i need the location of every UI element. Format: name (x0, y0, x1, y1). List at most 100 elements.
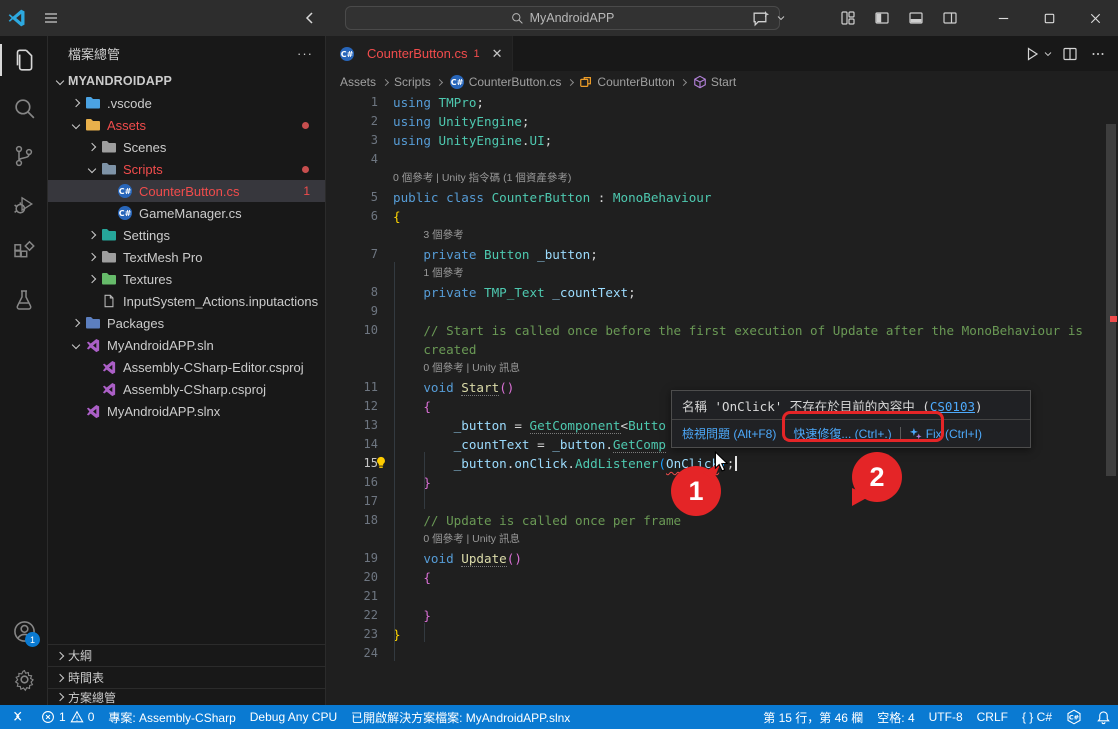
tree-item-textures[interactable]: Textures (48, 268, 325, 290)
tree-item--vscode[interactable]: .vscode (48, 92, 325, 114)
codelens-row[interactable]: 3 個參考 (326, 226, 1104, 245)
toggle-panel-icon[interactable] (902, 4, 930, 32)
back-icon[interactable] (296, 4, 324, 32)
layout-customize-icon[interactable] (834, 4, 862, 32)
code-line-18[interactable]: 18 // Update is called once per frame (326, 511, 1104, 530)
code-line-7[interactable]: 7 private Button _button; (326, 245, 1104, 264)
code-line-10[interactable]: 10 // Start is called once before the fi… (326, 321, 1104, 340)
code-line-24[interactable]: 24 (326, 644, 1104, 663)
chevron-down-icon[interactable] (68, 117, 84, 133)
code-line-8[interactable]: 8 private TMP_Text _countText; (326, 283, 1104, 302)
code-line-5[interactable]: 5public class CounterButton : MonoBehavi… (326, 188, 1104, 207)
popup-action-peek-problem[interactable]: 檢視問題 (Alt+F8) (682, 425, 776, 442)
run-icon[interactable] (1020, 42, 1044, 66)
run-dropdown-icon[interactable] (1042, 42, 1054, 66)
status-encoding[interactable]: UTF-8 (922, 705, 970, 729)
code-line-23[interactable]: 23} (326, 625, 1104, 644)
chevron-down-icon[interactable] (84, 161, 100, 177)
codelens-row[interactable]: 0 個參考 | Unity 訊息 (326, 530, 1104, 549)
chevron-right-icon[interactable] (84, 227, 100, 243)
breadcrumb-assets[interactable]: Assets (340, 75, 376, 89)
status-eol[interactable]: CRLF (970, 705, 1015, 729)
tab-close-icon[interactable]: ✕ (492, 46, 503, 62)
status-remote-indicator[interactable] (0, 705, 34, 729)
activitybar-explorer[interactable] (0, 36, 48, 84)
code-line-wrap[interactable]: created (326, 340, 1104, 359)
sidebar-more-icon[interactable]: ··· (297, 46, 313, 61)
status-notifications[interactable] (1089, 705, 1118, 729)
tree-item-myandroidapp[interactable]: MYANDROIDAPP (48, 70, 325, 92)
chevron-right-icon[interactable] (68, 315, 84, 331)
breadcrumb-start[interactable]: Start (693, 75, 736, 89)
close-button[interactable] (1072, 0, 1118, 36)
activitybar-testing[interactable] (0, 276, 48, 324)
tree-item-settings[interactable]: Settings (48, 224, 325, 246)
code-line-2[interactable]: 2using UnityEngine; (326, 112, 1104, 131)
search-input[interactable]: MyAndroidAPP (345, 6, 780, 30)
chevron-right-icon[interactable] (84, 139, 100, 155)
code-line-22[interactable]: 22 } (326, 606, 1104, 625)
code-line-19[interactable]: 19 void Update() (326, 549, 1104, 568)
minimize-button[interactable] (980, 0, 1026, 36)
code-line-4[interactable]: 4 (326, 150, 1104, 169)
tree-item-myandroidapp-slnx[interactable]: MyAndroidAPP.slnx (48, 400, 325, 422)
activitybar-search[interactable] (0, 84, 48, 132)
activitybar-settings-gear[interactable] (0, 655, 48, 703)
activitybar-extensions[interactable] (0, 228, 48, 276)
tree-item-inputsystem-actions-inputactions[interactable]: InputSystem_Actions.inputactions (48, 290, 325, 312)
status-project[interactable]: 專案: Assembly-CSharp (101, 705, 242, 729)
status-csharp-status[interactable]: C# (1059, 705, 1089, 729)
status-cursor-position[interactable]: 第 15 行，第 46 欄 (756, 705, 870, 729)
codelens-label[interactable]: 1 個參考 (393, 264, 464, 283)
chevron-right-icon[interactable] (68, 95, 84, 111)
more-actions-icon[interactable] (1086, 42, 1110, 66)
menu-icon[interactable] (34, 10, 68, 26)
tree-item-counterbutton-cs[interactable]: C#CounterButton.cs1 (48, 180, 325, 202)
sidebar-section-大綱[interactable]: 大綱 (48, 644, 325, 666)
codelens-row[interactable]: 0 個參考 | Unity 訊息 (326, 359, 1104, 378)
toggle-primary-sidebar-icon[interactable] (868, 4, 896, 32)
tree-item-packages[interactable]: Packages (48, 312, 325, 334)
activitybar-source-control[interactable] (0, 132, 48, 180)
chevron-down-icon[interactable] (52, 73, 68, 89)
chevron-right-icon[interactable] (84, 271, 100, 287)
codelens-label[interactable]: 3 個參考 (393, 226, 464, 245)
tree-item-textmesh-pro[interactable]: TextMesh Pro (48, 246, 325, 268)
codelens-label[interactable]: 0 個參考 | Unity 指令碼 (1 個資產參考) (393, 169, 571, 188)
tree-item-scenes[interactable]: Scenes (48, 136, 325, 158)
tree-item-assembly-csharp-editor-csproj[interactable]: Assembly-CSharp-Editor.csproj (48, 356, 325, 378)
codelens-label[interactable]: 0 個參考 | Unity 訊息 (393, 359, 520, 378)
code-line-6[interactable]: 6{ (326, 207, 1104, 226)
status-problems[interactable]: 10 (34, 705, 101, 729)
split-editor-icon[interactable] (1058, 42, 1082, 66)
copilot-chevron-icon[interactable] (774, 4, 788, 32)
tree-item-assets[interactable]: Assets (48, 114, 325, 136)
codelens-label[interactable]: 0 個參考 | Unity 訊息 (393, 530, 520, 549)
code-line-3[interactable]: 3using UnityEngine.UI; (326, 131, 1104, 150)
activitybar-account[interactable]: 1 (0, 607, 48, 655)
breadcrumb-counterbutton[interactable]: CounterButton (579, 75, 674, 89)
breadcrumb-counterbutton-cs[interactable]: C#CounterButton.cs (449, 74, 562, 90)
toggle-secondary-sidebar-icon[interactable] (936, 4, 964, 32)
maximize-button[interactable] (1026, 0, 1072, 36)
status-build-config[interactable]: Debug Any CPU (243, 705, 344, 729)
status-solution[interactable]: 已開啟解決方案檔案: MyAndroidAPP.slnx (344, 705, 577, 729)
tree-item-gamemanager-cs[interactable]: C#GameManager.cs (48, 202, 325, 224)
activitybar-run-debug[interactable] (0, 180, 48, 228)
scrollbar-slider[interactable] (1106, 124, 1116, 476)
tree-item-assembly-csharp-csproj[interactable]: Assembly-CSharp.csproj (48, 378, 325, 400)
code-line-9[interactable]: 9 (326, 302, 1104, 321)
tree-item-scripts[interactable]: Scripts (48, 158, 325, 180)
sidebar-section-時間表[interactable]: 時間表 (48, 666, 325, 688)
lightbulb-icon[interactable] (374, 456, 388, 470)
sidebar-section-方案總管[interactable]: 方案總管 (48, 688, 325, 705)
chevron-down-icon[interactable] (68, 337, 84, 353)
editor-scrollbar[interactable] (1104, 71, 1118, 705)
code-line-20[interactable]: 20 { (326, 568, 1104, 587)
copilot-chat-icon[interactable] (746, 4, 774, 32)
tab-counterbutton[interactable]: C# CounterButton.cs 1 ✕ (326, 36, 513, 71)
breadcrumb-scripts[interactable]: Scripts (394, 75, 431, 89)
codelens-row[interactable]: 0 個參考 | Unity 指令碼 (1 個資產參考) (326, 169, 1104, 188)
status-language-mode[interactable]: { } C# (1015, 705, 1059, 729)
tree-item-myandroidapp-sln[interactable]: MyAndroidAPP.sln (48, 334, 325, 356)
